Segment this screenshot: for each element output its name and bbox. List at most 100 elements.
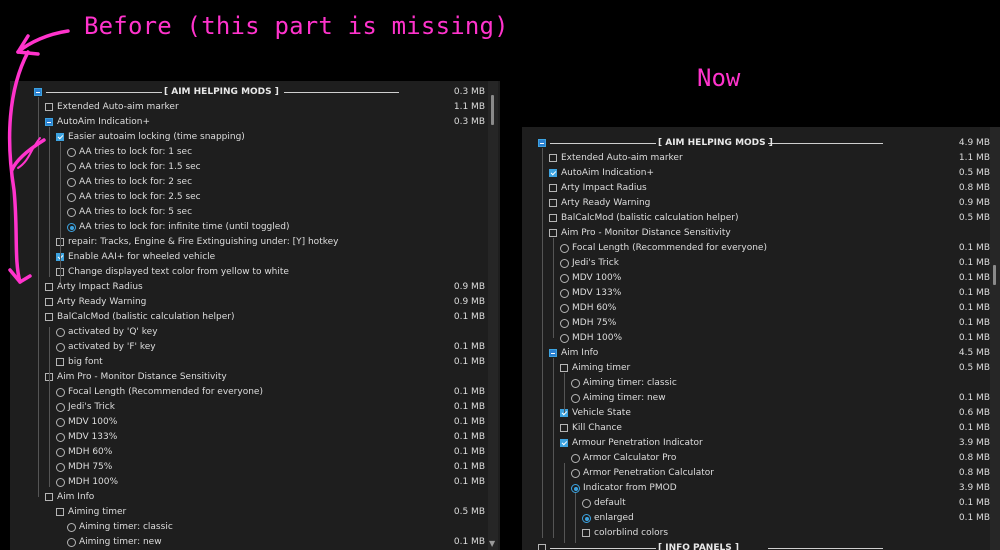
right-mod-list-panel[interactable]: [ AIM HELPING MODS ] 4.9 MB Extended Auto-…	[522, 127, 1000, 550]
option-radio[interactable]	[67, 163, 76, 172]
option-radio[interactable]	[571, 394, 580, 403]
option-radio[interactable]	[67, 148, 76, 157]
left-panel-row[interactable]: AA tries to lock for: infinite time (unt…	[10, 220, 500, 235]
right-panel-row[interactable]: Aim Pro - Monitor Distance Sensitivity	[522, 226, 1000, 241]
option-radio[interactable]	[560, 274, 569, 283]
right-panel-row[interactable]: Armor Penetration Calculator 0.8 MB	[522, 466, 1000, 481]
left-panel-row[interactable]: AutoAim Indication+ 0.3 MB	[10, 115, 500, 130]
left-panel-row[interactable]: Enable AAI+ for wheeled vehicle	[10, 250, 500, 265]
mod-checkbox[interactable]	[582, 529, 590, 537]
left-panel-row[interactable]: AA tries to lock for: 1.5 sec	[10, 160, 500, 175]
right-panel-row[interactable]: Jedi's Trick 0.1 MB	[522, 256, 1000, 271]
left-panel-row[interactable]: MDV 100% 0.1 MB	[10, 415, 500, 430]
vertical-scrollbar[interactable]	[990, 127, 1000, 550]
left-panel-row[interactable]: Focal Length (Recommended for everyone) 0…	[10, 385, 500, 400]
option-radio[interactable]	[560, 289, 569, 298]
right-panel-row[interactable]: Vehicle State 0.6 MB	[522, 406, 1000, 421]
left-mod-list-panel[interactable]: [ AIM HELPING MODS ] 0.3 MB Extended Auto-…	[10, 81, 500, 550]
right-panel-row[interactable]: Kill Chance 0.1 MB	[522, 421, 1000, 436]
scrollbar-thumb[interactable]	[491, 95, 494, 125]
left-panel-row[interactable]: repair: Tracks, Engine & Fire Extinguish…	[10, 235, 500, 250]
right-panel-row[interactable]: colorblind colors	[522, 526, 1000, 541]
right-panel-row[interactable]: Indicator from PMOD 3.9 MB	[522, 481, 1000, 496]
option-radio[interactable]	[67, 538, 76, 547]
left-panel-row[interactable]: MDV 133% 0.1 MB	[10, 430, 500, 445]
option-radio[interactable]	[67, 208, 76, 217]
collapse-minus-icon[interactable]	[538, 139, 546, 147]
right-panel-row[interactable]: [ INFO PANELS ]	[522, 541, 1000, 550]
left-panel-row[interactable]: AA tries to lock for: 2 sec	[10, 175, 500, 190]
mod-checkbox[interactable]	[56, 508, 64, 516]
right-panel-row[interactable]: Aiming timer 0.5 MB	[522, 361, 1000, 376]
left-panel-row[interactable]: Aiming timer 0.5 MB	[10, 505, 500, 520]
left-panel-row[interactable]: Aiming timer: classic	[10, 520, 500, 535]
left-panel-row[interactable]: MDH 60% 0.1 MB	[10, 445, 500, 460]
right-panel-row[interactable]: Aim Info 4.5 MB	[522, 346, 1000, 361]
option-radio[interactable]	[67, 178, 76, 187]
right-panel-row[interactable]: MDH 100% 0.1 MB	[522, 331, 1000, 346]
right-panel-row[interactable]: Aiming timer: classic	[522, 376, 1000, 391]
mod-checkbox[interactable]	[56, 133, 64, 141]
scrollbar-thumb[interactable]	[993, 265, 996, 285]
right-panel-row[interactable]: AutoAim Indication+ 0.5 MB	[522, 166, 1000, 181]
mod-checkbox[interactable]	[549, 184, 557, 192]
mod-checkbox[interactable]	[560, 364, 568, 372]
left-panel-row[interactable]: Aiming timer: new 0.1 MB	[10, 535, 500, 550]
left-panel-row[interactable]: AA tries to lock for: 5 sec	[10, 205, 500, 220]
left-panel-row[interactable]: Aim Pro - Monitor Distance Sensitivity	[10, 370, 500, 385]
left-panel-row[interactable]: Easier autoaim locking (time snapping)	[10, 130, 500, 145]
left-panel-row[interactable]: MDH 100% 0.1 MB	[10, 475, 500, 490]
scroll-down-arrow-icon[interactable]: ▼	[489, 539, 495, 548]
option-radio[interactable]	[560, 259, 569, 268]
option-radio[interactable]	[571, 469, 580, 478]
right-panel-row[interactable]: enlarged 0.1 MB	[522, 511, 1000, 526]
option-radio[interactable]	[571, 454, 580, 463]
option-radio[interactable]	[56, 388, 65, 397]
right-panel-row[interactable]: Armour Penetration Indicator 3.9 MB	[522, 436, 1000, 451]
mod-checkbox[interactable]	[549, 154, 557, 162]
left-panel-row[interactable]: Change displayed text color from yellow …	[10, 265, 500, 280]
mod-checkbox[interactable]	[560, 439, 568, 447]
option-radio[interactable]	[67, 223, 76, 232]
option-radio[interactable]	[56, 463, 65, 472]
right-panel-row[interactable]: [ AIM HELPING MODS ] 4.9 MB	[522, 136, 1000, 151]
option-radio[interactable]	[56, 343, 65, 352]
right-panel-row[interactable]: Arty Ready Warning 0.9 MB	[522, 196, 1000, 211]
option-radio[interactable]	[56, 328, 65, 337]
left-panel-row[interactable]: Jedi's Trick 0.1 MB	[10, 400, 500, 415]
mod-checkbox[interactable]	[45, 298, 53, 306]
left-panel-row[interactable]: Extended Auto-aim marker 1.1 MB	[10, 100, 500, 115]
mod-checkbox[interactable]	[538, 544, 546, 550]
vertical-scrollbar[interactable]: ▼	[488, 81, 498, 550]
collapse-minus-icon[interactable]	[34, 88, 42, 96]
left-panel-row[interactable]: AA tries to lock for: 1 sec	[10, 145, 500, 160]
option-radio[interactable]	[560, 244, 569, 253]
left-panel-row[interactable]: Arty Impact Radius 0.9 MB	[10, 280, 500, 295]
right-panel-row[interactable]: MDH 75% 0.1 MB	[522, 316, 1000, 331]
option-radio[interactable]	[582, 514, 591, 523]
option-radio[interactable]	[560, 304, 569, 313]
mod-checkbox[interactable]	[560, 424, 568, 432]
right-panel-row[interactable]: Armor Calculator Pro 0.8 MB	[522, 451, 1000, 466]
left-panel-row[interactable]: AA tries to lock for: 2.5 sec	[10, 190, 500, 205]
mod-checkbox[interactable]	[549, 199, 557, 207]
right-panel-row[interactable]: Aiming timer: new 0.1 MB	[522, 391, 1000, 406]
mod-checkbox[interactable]	[549, 229, 557, 237]
option-radio[interactable]	[67, 523, 76, 532]
option-radio[interactable]	[571, 484, 580, 493]
mod-checkbox[interactable]	[45, 283, 53, 291]
collapse-minus-icon[interactable]	[45, 118, 53, 126]
right-panel-row[interactable]: MDV 133% 0.1 MB	[522, 286, 1000, 301]
option-radio[interactable]	[560, 334, 569, 343]
left-panel-row[interactable]: Arty Ready Warning 0.9 MB	[10, 295, 500, 310]
option-radio[interactable]	[56, 433, 65, 442]
right-panel-row[interactable]: default 0.1 MB	[522, 496, 1000, 511]
right-panel-row[interactable]: Extended Auto-aim marker 1.1 MB	[522, 151, 1000, 166]
mod-checkbox[interactable]	[45, 313, 53, 321]
mod-checkbox[interactable]	[56, 358, 64, 366]
right-panel-row[interactable]: MDV 100% 0.1 MB	[522, 271, 1000, 286]
right-panel-row[interactable]: Arty Impact Radius 0.8 MB	[522, 181, 1000, 196]
option-radio[interactable]	[56, 403, 65, 412]
mod-checkbox[interactable]	[45, 103, 53, 111]
mod-checkbox[interactable]	[45, 493, 53, 501]
